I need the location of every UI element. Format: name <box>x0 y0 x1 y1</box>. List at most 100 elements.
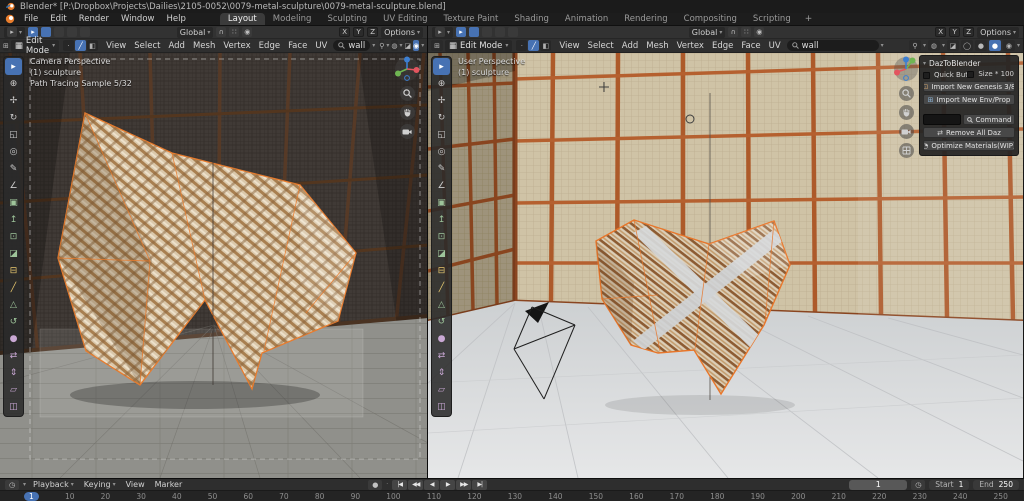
tool-rip-region[interactable]: ◫ <box>5 398 22 415</box>
tool-extrude-region[interactable]: ↥ <box>433 211 450 228</box>
command-button[interactable]: Command <box>963 114 1015 125</box>
search-dropdown-icon[interactable]: ▾ <box>372 42 375 49</box>
select-mode-extend[interactable] <box>482 27 492 37</box>
orientation-dropdown[interactable]: Global▾ <box>689 27 726 38</box>
select-mode-intersect[interactable] <box>80 27 90 37</box>
tool-measure[interactable]: ∠ <box>5 177 22 194</box>
chevron-down-icon[interactable]: ▾ <box>400 42 403 49</box>
options-dropdown[interactable]: Options▾ <box>381 27 423 38</box>
vertex-select-icon[interactable]: · <box>516 40 527 51</box>
auto-keying-dropdown[interactable]: · <box>386 481 388 488</box>
overlays-toggle-icon[interactable]: ◍ <box>928 40 940 51</box>
tool-bevel[interactable]: ◪ <box>433 245 450 262</box>
viewport-menu-item[interactable]: Face <box>737 41 764 51</box>
viewport-menu-item[interactable]: Add <box>618 41 642 51</box>
import-genesis-button[interactable]: ⊡Import New Genesis 3/8 <box>923 81 1015 92</box>
tool-move[interactable]: ✢ <box>5 92 22 109</box>
tool-add-cube[interactable]: ▣ <box>5 194 22 211</box>
tool-inset-faces[interactable]: ⊡ <box>5 228 22 245</box>
chevron-down-icon[interactable]: ▾ <box>942 42 945 49</box>
end-frame-field[interactable]: End 250 <box>973 480 1019 490</box>
face-select-icon[interactable]: ◧ <box>540 40 551 51</box>
editor-type-icon[interactable]: ⊞ <box>3 40 9 51</box>
snap-magnet-icon[interactable]: ∩ <box>728 27 738 37</box>
viewport-menu-item[interactable]: Vertex <box>219 41 254 51</box>
workspace-tab[interactable]: Shading <box>506 13 557 25</box>
chevron-down-icon[interactable]: ▾ <box>386 42 389 49</box>
select-mode-intersect[interactable] <box>508 27 518 37</box>
pan-hand-icon[interactable] <box>899 105 914 120</box>
viewport-canvas-right[interactable]: User Perspective (1) sculpture ▸⊕✢↻◱◎✎∠▣… <box>428 53 1023 478</box>
transport-button[interactable]: ◀ <box>424 480 439 490</box>
mirror-z-button[interactable]: Z <box>963 27 974 37</box>
blender-menu-icon[interactable] <box>4 13 16 25</box>
navigation-gizmo[interactable] <box>893 56 919 82</box>
playback-menu[interactable]: Playback▾ <box>30 480 77 489</box>
camera-view-icon[interactable] <box>899 124 914 139</box>
remove-all-daz-button[interactable]: ⇄Remove All Daz <box>923 127 1015 138</box>
active-tool-dropdown[interactable]: ▸▾ <box>432 27 453 38</box>
orientation-dropdown[interactable]: Global▾ <box>177 27 214 38</box>
viewport-canvas-left[interactable]: Camera Perspective (1) sculpture Path Tr… <box>0 53 427 478</box>
face-select-icon[interactable]: ◧ <box>87 40 98 51</box>
edge-select-icon[interactable]: ╱ <box>528 40 539 51</box>
timeline-editor-type-icon[interactable]: ◷ <box>5 480 19 490</box>
current-frame-field[interactable]: 1 <box>849 480 907 490</box>
tool-rip-region[interactable]: ◫ <box>433 398 450 415</box>
mode-dropdown[interactable]: ▦Edit Mode▾ <box>445 40 512 52</box>
perspective-toggle-icon[interactable] <box>899 143 914 158</box>
gizmos-toggle-icon[interactable]: ⚲ <box>379 40 384 51</box>
tool-smooth[interactable]: ● <box>433 330 450 347</box>
chevron-down-icon[interactable]: ▾ <box>1017 42 1020 49</box>
viewport-menu-item[interactable]: Select <box>130 41 164 51</box>
size-100-checkbox[interactable] <box>967 71 974 78</box>
tool-extrude-region[interactable]: ↥ <box>5 211 22 228</box>
workspace-tab[interactable]: Modeling <box>265 13 320 25</box>
workspace-tab[interactable]: Sculpting <box>319 13 375 25</box>
tool-bevel[interactable]: ◪ <box>5 245 22 262</box>
workspace-tab[interactable]: Texture Paint <box>436 13 507 25</box>
tool-rotate[interactable]: ↻ <box>5 109 22 126</box>
import-envprop-button[interactable]: ⊞Import New Env/Prop <box>923 94 1015 105</box>
snap-target-icon[interactable]: ∷ <box>741 27 751 37</box>
select-tool-button[interactable]: ▸ <box>456 27 466 37</box>
tool-cursor[interactable]: ⊕ <box>433 75 450 92</box>
snap-target-icon[interactable]: ∷ <box>229 27 239 37</box>
transport-button[interactable]: ▶ <box>440 480 455 490</box>
viewport-menu-item[interactable]: UV <box>765 41 785 51</box>
tool-move[interactable]: ✢ <box>433 92 450 109</box>
tool-shrink-fatten[interactable]: ⇕ <box>433 364 450 381</box>
chevron-down-icon[interactable]: ▾ <box>23 481 26 488</box>
preview-range-clock-icon[interactable]: ◷ <box>911 480 925 490</box>
proportional-edit-icon[interactable]: ◉ <box>754 27 764 37</box>
tool-transform[interactable]: ◎ <box>5 143 22 160</box>
shading-material-icon[interactable]: ● <box>989 40 1001 51</box>
tool-shear[interactable]: ▱ <box>433 381 450 398</box>
overlays-toggle-icon[interactable]: ◍ <box>391 40 397 51</box>
optimize-materials-button[interactable]: ◔Optimize Materials(WIP) <box>923 140 1015 151</box>
tool-knife[interactable]: ╱ <box>5 279 22 296</box>
viewport-menu-item[interactable]: View <box>102 41 130 51</box>
mirror-y-button[interactable]: Y <box>353 27 364 37</box>
viewport-menu-item[interactable]: Face <box>284 41 311 51</box>
mode-dropdown[interactable]: ▦Edit Mode▾ <box>11 40 59 52</box>
workspace-tab[interactable]: Layout <box>220 13 265 25</box>
tool-edge-slide[interactable]: ⇄ <box>5 347 22 364</box>
tool-annotate[interactable]: ✎ <box>5 160 22 177</box>
menu-item[interactable]: Edit <box>44 14 72 24</box>
tool-scale[interactable]: ◱ <box>5 126 22 143</box>
vertex-select-icon[interactable]: · <box>63 40 74 51</box>
tool-smooth[interactable]: ● <box>5 330 22 347</box>
panel-header[interactable]: ▾ DazToBlender <box>923 59 1015 68</box>
timeline-ruler[interactable]: 1102030405060708090100110120130140150160… <box>0 490 1024 501</box>
workspace-tab[interactable]: Rendering <box>616 13 675 25</box>
viewport-menu-item[interactable]: Edge <box>708 41 737 51</box>
tool-shrink-fatten[interactable]: ⇕ <box>5 364 22 381</box>
viewport-menu-item[interactable]: Vertex <box>673 41 708 51</box>
marker-menu[interactable]: Marker <box>152 480 186 489</box>
select-mode-new[interactable] <box>469 27 479 37</box>
workspace-tab[interactable]: Scripting <box>745 13 799 25</box>
navigation-gizmo[interactable] <box>394 56 420 82</box>
mirror-x-button[interactable]: X <box>339 27 350 37</box>
auto-keying-button[interactable]: ● <box>368 480 382 490</box>
